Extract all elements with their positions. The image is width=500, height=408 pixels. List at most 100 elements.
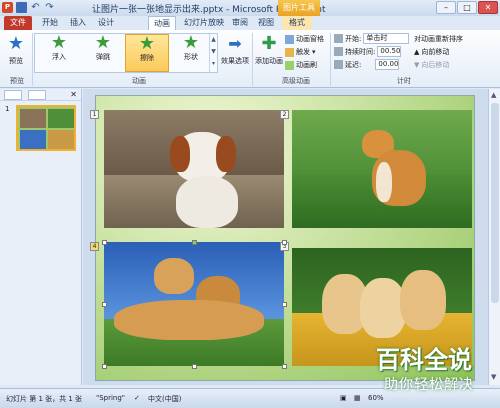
language[interactable]: 中文(中国) [148, 394, 181, 404]
picture-2[interactable] [292, 110, 472, 228]
quick-access-toolbar: P ↶ ↷ [2, 2, 55, 13]
animation-painter-label: 动画刷 [296, 61, 317, 69]
resize-handle[interactable] [192, 364, 197, 369]
dog-head [154, 258, 194, 294]
slide-number: 1 [5, 105, 10, 113]
slide-thumbnail[interactable] [16, 105, 76, 151]
effect-float-in[interactable]: ★ 浮入 [37, 34, 81, 72]
rotate-handle[interactable] [192, 240, 197, 245]
tab-animations[interactable]: 动画 [148, 16, 176, 30]
effect-shape[interactable]: ★ 形状 [169, 34, 213, 72]
effect-options-label: 效果选项 [221, 57, 249, 65]
resize-handle[interactable] [102, 364, 107, 369]
dog-chest [376, 162, 392, 202]
chevron-down-icon: ▾ [312, 48, 316, 56]
theme-name: "Spring" [96, 394, 126, 402]
resize-handle[interactable] [282, 240, 287, 245]
effect-label: 浮入 [52, 53, 66, 61]
title-bar: P ↶ ↷ 让图片一张一张地显示出来.pptx - Microsoft Powe… [0, 0, 500, 16]
dog-ear [170, 136, 190, 172]
slides-panel: ✕ 1 [0, 89, 82, 385]
slide-canvas: 1 2 4 3 [90, 95, 475, 381]
close-button[interactable]: ✕ [478, 1, 498, 14]
animation-marker[interactable]: 1 [90, 110, 99, 119]
add-animation-button[interactable]: ✚ 添加动画 [254, 33, 284, 73]
picture-tools-header: 图片工具 [278, 0, 320, 16]
close-panel-icon[interactable]: ✕ [70, 90, 77, 99]
tab-design[interactable]: 设计 [94, 16, 118, 30]
effect-options-button[interactable]: ➡ 效果选项 [220, 33, 250, 73]
resize-handle[interactable] [102, 302, 107, 307]
delay-label: 延迟: [345, 60, 362, 69]
tab-file[interactable]: 文件 [4, 16, 32, 30]
delay-input[interactable]: 00.00 [375, 59, 400, 70]
ribbon: ★ 预览 预览 ★ 浮入 ★ 弹跳 ★ 擦除 ★ 形状 ▲ ▼ ▾ ➡ 效果选项 动… [0, 30, 500, 88]
preview-label: 预览 [9, 57, 23, 65]
watermark-title: 百科全说 [376, 346, 472, 374]
thumb-pic-4 [48, 130, 74, 149]
preview-button[interactable]: ★ 预览 [2, 33, 30, 73]
trigger-button[interactable]: 触发 ▾ [285, 47, 316, 57]
tab-view[interactable]: 视图 [254, 16, 278, 30]
normal-view-icon[interactable]: ▣ [340, 394, 347, 402]
resize-handle[interactable] [282, 364, 287, 369]
tab-format[interactable]: 格式 [282, 16, 312, 30]
start-icon [334, 34, 343, 43]
save-icon[interactable] [16, 2, 27, 13]
picture-1[interactable] [104, 110, 284, 228]
maximize-button[interactable]: □ [457, 1, 477, 14]
divider [32, 33, 33, 86]
tab-review[interactable]: 审阅 [228, 16, 252, 30]
slides-tab[interactable] [4, 89, 22, 100]
add-animation-icon: ✚ [261, 33, 277, 54]
effect-bounce[interactable]: ★ 弹跳 [81, 34, 125, 72]
outline-tab[interactable] [28, 89, 46, 100]
effect-wipe[interactable]: ★ 擦除 [125, 34, 169, 72]
clock-icon [334, 47, 343, 56]
redo-icon[interactable]: ↷ [44, 2, 55, 13]
animation-pane-label: 动画窗格 [296, 35, 324, 43]
move-later-label: 向后移动 [421, 61, 450, 69]
start-row: 开始: 单击时 [334, 33, 410, 44]
dog-body [176, 176, 238, 228]
scroll-up-icon[interactable]: ▲ [491, 91, 496, 99]
animation-painter-button[interactable]: 动画刷 [285, 60, 317, 70]
float-in-star-icon: ★ [50, 32, 68, 53]
delay-icon [334, 60, 343, 69]
tab-slideshow[interactable]: 幻灯片放映 [180, 16, 228, 30]
animation-marker[interactable]: 2 [280, 110, 289, 119]
delay-row: 延迟: 00.00 [334, 59, 400, 70]
duration-input[interactable]: 00.50 [377, 46, 402, 57]
minimize-button[interactable]: – [436, 1, 456, 14]
dog-ear [216, 136, 236, 172]
duration-row: 持续时间: 00.50 [334, 46, 402, 57]
resize-handle[interactable] [282, 302, 287, 307]
animation-marker[interactable]: 4 [90, 242, 99, 251]
picture-3[interactable] [104, 242, 284, 366]
undo-icon[interactable]: ↶ [30, 2, 41, 13]
move-later-button[interactable]: ▼ 向后移动 [414, 60, 449, 70]
move-earlier-label: 向前移动 [421, 48, 450, 56]
thumb-pic-1 [20, 109, 46, 128]
spell-check-icon[interactable]: ✓ [134, 394, 140, 402]
powerpoint-logo-icon[interactable]: P [2, 2, 13, 13]
trigger-label: 触发 [296, 48, 310, 56]
resize-handle[interactable] [102, 240, 107, 245]
sorter-view-icon[interactable]: ▦ [354, 394, 361, 402]
gallery-scroll[interactable]: ▲ ▼ ▾ [209, 34, 217, 72]
divider [252, 33, 253, 86]
tab-home[interactable]: 开始 [38, 16, 62, 30]
start-select[interactable]: 单击时 [363, 33, 410, 44]
thumb-pic-2 [48, 109, 74, 128]
reorder-title: 对动画重新排序 [414, 35, 463, 43]
scroll-thumb[interactable] [491, 103, 499, 303]
wipe-star-icon: ★ [138, 33, 156, 54]
arrow-up-icon: ▲ [414, 48, 420, 56]
tab-insert[interactable]: 插入 [66, 16, 90, 30]
effect-label: 形状 [184, 53, 198, 61]
animation-pane-button[interactable]: 动画窗格 [285, 34, 324, 44]
ribbon-tabs: 文件 开始 插入 设计 动画 幻灯片放映 审阅 视图 格式 [0, 16, 500, 30]
move-earlier-button[interactable]: ▲ 向前移动 [414, 47, 449, 57]
arrow-right-icon: ➡ [228, 34, 242, 53]
group-label-preview: 预览 [10, 77, 24, 85]
